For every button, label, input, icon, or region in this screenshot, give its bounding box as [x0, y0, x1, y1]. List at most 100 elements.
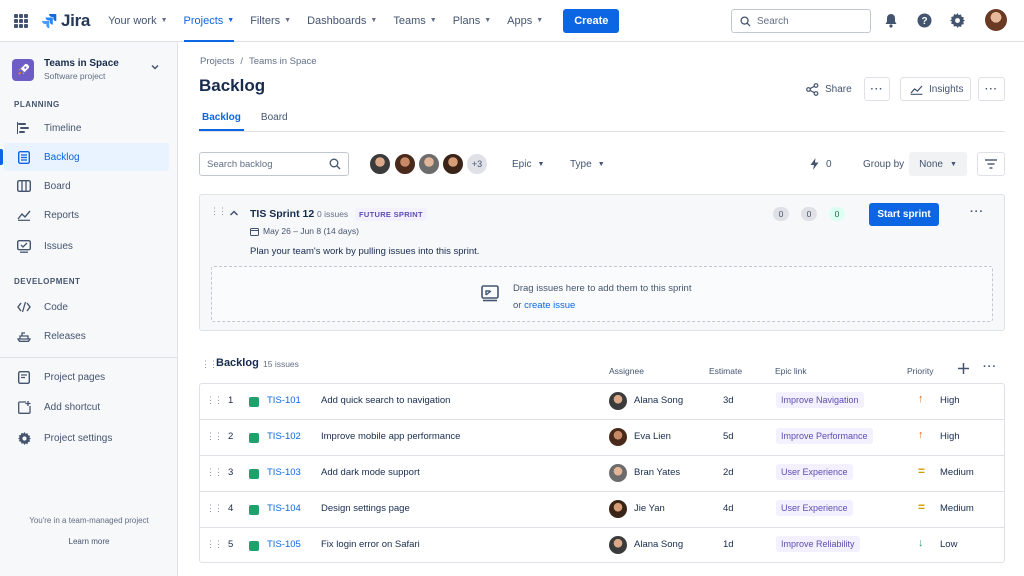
start-sprint-button[interactable]: Start sprint — [869, 203, 939, 226]
epic-lozenge[interactable]: Improve Navigation — [776, 392, 864, 408]
estimate-value[interactable]: 3d — [723, 395, 734, 406]
epic-lozenge[interactable]: Improve Reliability — [776, 536, 860, 552]
sidebar-item-issues[interactable]: Issues — [4, 232, 169, 260]
automation-button[interactable]: 0 — [810, 152, 832, 176]
issue-summary[interactable]: Fix login error on Safari — [321, 539, 420, 550]
sprint-drop-zone[interactable]: Drag issues here to add them to this spr… — [211, 266, 993, 322]
sidebar-item-timeline[interactable]: Timeline — [4, 114, 169, 142]
app-switcher-icon[interactable] — [14, 13, 28, 28]
issue-key[interactable]: TIS-104 — [267, 503, 301, 514]
issue-key[interactable]: TIS-101 — [267, 395, 301, 406]
sidebar-item-project-settings[interactable]: Project settings — [4, 424, 169, 452]
nav-teams[interactable]: Teams ▼ — [393, 0, 436, 42]
issue-summary[interactable]: Add dark mode support — [321, 467, 420, 478]
table-row[interactable]: ⋮⋮ 1 TIS-101 Add quick search to navigat… — [200, 384, 1004, 420]
priority-label[interactable]: High — [940, 431, 960, 442]
sidebar-item-add-shortcut[interactable]: Add shortcut — [4, 393, 169, 421]
avatar-filter[interactable] — [368, 152, 392, 176]
share-button[interactable]: Share — [806, 77, 852, 101]
sidebar-item-reports[interactable]: Reports — [4, 201, 169, 229]
estimate-value[interactable]: 2d — [723, 467, 734, 478]
nav-projects[interactable]: Projects ▼ — [183, 0, 234, 42]
epic-lozenge[interactable]: User Experience — [776, 500, 853, 516]
more-actions-button[interactable]: ··· — [864, 77, 890, 101]
epic-lozenge[interactable]: User Experience — [776, 464, 853, 480]
sprint-more-icon[interactable]: ··· — [970, 206, 984, 218]
sidebar-item-releases[interactable]: Releases — [4, 322, 169, 350]
sidebar-item-code[interactable]: Code — [4, 293, 169, 321]
priority-label[interactable]: Low — [940, 539, 957, 550]
board-more-button[interactable]: ··· — [978, 77, 1005, 101]
avatar-filter[interactable] — [441, 152, 465, 176]
priority-label[interactable]: High — [940, 395, 960, 406]
avatar-filter[interactable] — [393, 152, 417, 176]
backlog-search-input[interactable]: Search backlog — [199, 152, 349, 176]
create-button[interactable]: Create — [563, 8, 620, 33]
nav-filters[interactable]: Filters ▼ — [250, 0, 291, 42]
notifications-icon[interactable] — [882, 11, 900, 29]
type-filter-dropdown[interactable]: Type ▼ — [570, 152, 605, 176]
assignee-name[interactable]: Bran Yates — [634, 467, 680, 478]
priority-label[interactable]: Medium — [940, 467, 974, 478]
drag-handle-icon[interactable]: ⋮⋮ — [206, 539, 223, 550]
view-settings-button[interactable] — [977, 152, 1005, 176]
drag-handle-icon[interactable]: ⋮⋮ — [206, 431, 223, 442]
estimate-value[interactable]: 1d — [723, 539, 734, 550]
epic-filter-dropdown[interactable]: Epic ▼ — [512, 152, 544, 176]
backlog-more-icon[interactable]: ··· — [983, 361, 997, 373]
breadcrumb-project[interactable]: Teams in Space — [249, 56, 317, 67]
issue-summary[interactable]: Design settings page — [321, 503, 410, 514]
assignee-name[interactable]: Alana Song — [634, 539, 683, 550]
sprint-name[interactable]: TIS Sprint 12 — [250, 208, 314, 220]
more-icon: ··· — [985, 83, 998, 95]
drag-handle-icon[interactable]: ⋮⋮ — [210, 206, 227, 217]
add-column-plus-icon[interactable] — [958, 363, 969, 374]
nav-apps[interactable]: Apps ▼ — [507, 0, 543, 42]
estimate-value[interactable]: 4d — [723, 503, 734, 514]
assignee-name[interactable]: Alana Song — [634, 395, 683, 406]
priority-label[interactable]: Medium — [940, 503, 974, 514]
assignee-name[interactable]: Jie Yan — [634, 503, 665, 514]
assignee-avatar — [609, 464, 627, 482]
backlog-drag-handle-icon[interactable]: ⋮⋮ — [201, 359, 218, 370]
sidebar-item-backlog[interactable]: Backlog — [0, 143, 169, 171]
table-row[interactable]: ⋮⋮ 5 TIS-105 Fix login error on Safari A… — [200, 528, 1004, 564]
user-avatar[interactable] — [985, 9, 1007, 31]
sidebar-item-board[interactable]: Board — [4, 172, 169, 200]
jira-logo[interactable]: Jira — [41, 11, 90, 31]
tab-board[interactable]: Board — [258, 110, 291, 131]
issue-key[interactable]: TIS-102 — [267, 431, 301, 442]
insights-button[interactable]: Insights — [900, 77, 971, 101]
story-icon — [249, 433, 259, 443]
help-icon[interactable]: ? — [915, 11, 933, 29]
group-by-dropdown[interactable]: None ▼ — [909, 152, 967, 176]
drag-handle-icon[interactable]: ⋮⋮ — [206, 395, 223, 406]
table-row[interactable]: ⋮⋮ 4 TIS-104 Design settings page Jie Ya… — [200, 492, 1004, 528]
learn-more-link[interactable]: Learn more — [0, 537, 178, 546]
estimate-value[interactable]: 5d — [723, 431, 734, 442]
chevron-down-icon: ▼ — [949, 160, 957, 168]
drag-handle-icon[interactable]: ⋮⋮ — [206, 503, 223, 514]
table-row[interactable]: ⋮⋮ 3 TIS-103 Add dark mode support Bran … — [200, 456, 1004, 492]
tab-backlog[interactable]: Backlog — [199, 110, 244, 131]
assignee-name[interactable]: Eva Lien — [634, 431, 671, 442]
settings-gear-icon[interactable] — [948, 11, 966, 29]
table-row[interactable]: ⋮⋮ 2 TIS-102 Improve mobile app performa… — [200, 420, 1004, 456]
issue-summary[interactable]: Add quick search to navigation — [321, 395, 450, 406]
breadcrumb-projects[interactable]: Projects — [200, 56, 234, 67]
more-avatars-button[interactable]: +3 — [465, 152, 489, 176]
issue-key[interactable]: TIS-103 — [267, 467, 301, 478]
create-issue-link[interactable]: create issue — [524, 300, 575, 311]
nav-plans[interactable]: Plans ▼ — [453, 0, 491, 42]
nav-your-work[interactable]: Your work ▼ — [108, 0, 167, 42]
issue-key[interactable]: TIS-105 — [267, 539, 301, 550]
project-switcher[interactable]: Teams in Space Software project — [12, 58, 166, 81]
avatar-filter[interactable] — [417, 152, 441, 176]
nav-dashboards[interactable]: Dashboards ▼ — [307, 0, 377, 42]
global-search-input[interactable]: Search — [731, 9, 871, 33]
sidebar-item-project-pages[interactable]: Project pages — [4, 363, 169, 391]
collapse-chevron-icon[interactable] — [229, 209, 239, 217]
issue-summary[interactable]: Improve mobile app performance — [321, 431, 460, 442]
drag-handle-icon[interactable]: ⋮⋮ — [206, 467, 223, 478]
epic-lozenge[interactable]: Improve Performance — [776, 428, 873, 444]
